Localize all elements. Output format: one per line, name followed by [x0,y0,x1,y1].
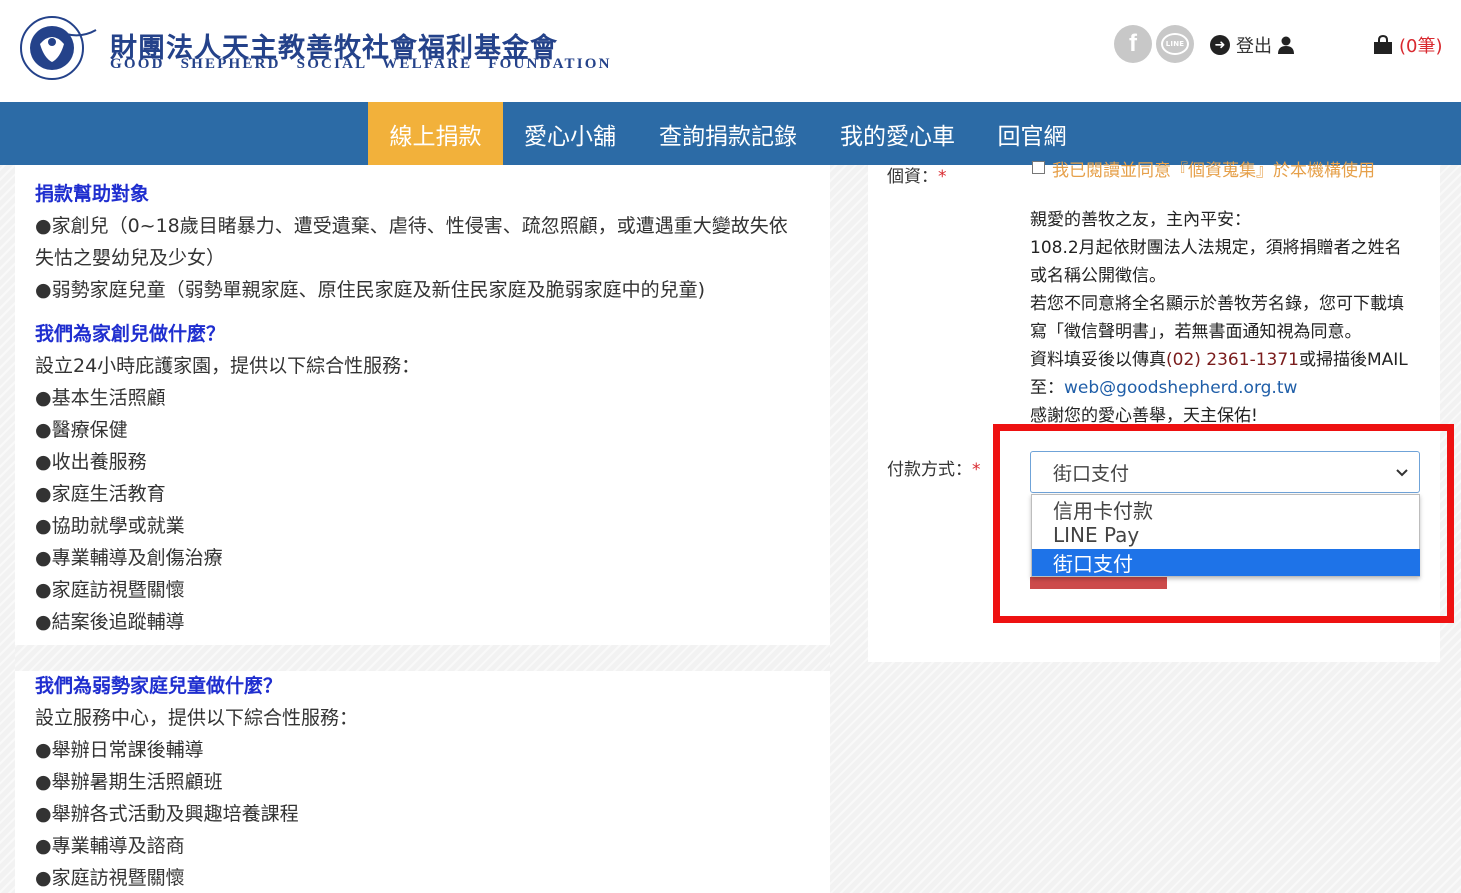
notice-line: 或名稱公開徵信。 [1030,266,1166,286]
section-divider [15,645,830,671]
nav-charity-shop[interactable]: 愛心小舖 [506,102,634,165]
list-item: ●家庭訪視暨關懷 [35,867,185,889]
donation-info-panel: 捐款幫助對象 ●家創兒（0~18歲目睹暴力、遭受遺棄、虐待、性侵害、疏忽照顧，或… [15,165,830,893]
list-item: ●基本生活照顧 [35,387,166,409]
privacy-label: 個資：* [887,162,947,187]
email-link[interactable]: web@goodshepherd.org.tw [1064,378,1297,398]
list-item: ●專業輔導及創傷治療 [35,547,223,569]
notice-fax-suffix: 或掃描後MAIL [1298,350,1408,370]
notice-line: 感謝您的愛心善舉，天主保佑! [1030,406,1258,426]
line-glyph: LINE [1161,33,1189,55]
notice-line: 親愛的善牧之友，主內平安： [1030,210,1251,230]
list-item: ●專業輔導及諮商 [35,835,185,857]
notice-line: 若您不同意將全名顯示於善牧芳名錄，您可下載填 [1030,294,1404,314]
facebook-icon[interactable]: f [1114,25,1152,63]
list-item: ●家庭生活教育 [35,483,166,505]
notice-line: 資料填妥後以傳真(02) 2361-1371或掃描後MAIL [1030,345,1408,370]
nav-donation-records[interactable]: 查詢捐款記錄 [643,102,813,165]
nav-my-cart[interactable]: 我的愛心車 [825,102,970,165]
shopping-bag-icon [1374,35,1392,54]
annotation-highlight-box [993,424,1454,623]
privacy-label-text: 個資： [887,167,938,187]
logout-label: 登出 [1236,36,1272,57]
required-mark: * [938,167,947,187]
list-item: ●協助就學或就業 [35,515,185,537]
section-heading-beneficiaries: 捐款幫助對象 [35,183,150,205]
section-heading-trauma-children: 我們為家創兒做什麼？ [35,323,226,345]
site-header: 財團法人天主教善牧社會福利基金會 GOOD SHEPHERD SOCIAL WE… [0,0,1461,102]
required-mark: * [972,460,981,480]
list-item: ●舉辦暑期生活照顧班 [35,771,223,793]
nav-online-donation[interactable]: 線上捐款 [368,102,503,165]
line-icon[interactable]: LINE [1156,25,1194,63]
payment-label-text: 付款方式： [887,460,972,480]
privacy-consent-text[interactable]: 我已閱讀並同意『個資蒐集』於本機構使用 [1030,156,1375,181]
list-item: ●舉辦各式活動及興趣培養課程 [35,803,299,825]
fax-number: (02) 2361-1371 [1166,350,1299,370]
list-item: 失怙之嬰幼兒及少女） [35,247,226,269]
notice-email-prefix: 至： [1030,378,1064,398]
logout-link[interactable]: ➜ 登出 [1210,32,1294,58]
user-icon [1278,36,1294,54]
list-item: ●結案後追蹤輔導 [35,611,185,633]
list-item: ●收出養服務 [35,451,147,473]
notice-line: 108.2月起依財團法人法規定，須將捐贈者之姓名 [1030,238,1402,258]
sign-out-arrow-icon: ➜ [1210,35,1230,55]
foundation-logo-emblem[interactable] [14,14,102,82]
list-item: ●家庭訪視暨關懷 [35,579,185,601]
notice-fax-prefix: 資料填妥後以傳真 [1030,350,1166,370]
org-name-english: GOOD SHEPHERD SOCIAL WELFARE FOUNDATION [110,56,612,72]
privacy-consent-checkbox[interactable] [1032,161,1045,174]
section-intro: 設立服務中心，提供以下綜合性服務： [35,707,359,729]
payment-method-label: 付款方式：* [887,455,981,480]
section-heading-vulnerable-children: 我們為弱勢家庭兒童做什麼？ [35,675,283,697]
cart-count: (0筆) [1399,36,1443,57]
notice-line: 至：web@goodshepherd.org.tw [1030,373,1297,398]
section-intro: 設立24小時庇護家園，提供以下綜合性服務： [35,355,421,377]
list-item: ●醫療保健 [35,419,128,441]
list-item: ●舉辦日常課後輔導 [35,739,204,761]
facebook-glyph: f [1129,30,1137,57]
list-item: ●家創兒（0~18歲目睹暴力、遭受遺棄、虐待、性侵害、疏忽照顧，或遭遇重大變故失… [35,215,788,237]
cart-link[interactable]: (0筆) [1373,32,1443,58]
list-item: ●弱勢家庭兒童（弱勢單親家庭、原住民家庭及新住民家庭及脆弱家庭中的兒童) [35,279,705,301]
notice-line: 寫「徵信聲明書」，若無書面通知視為同意。 [1030,322,1362,342]
